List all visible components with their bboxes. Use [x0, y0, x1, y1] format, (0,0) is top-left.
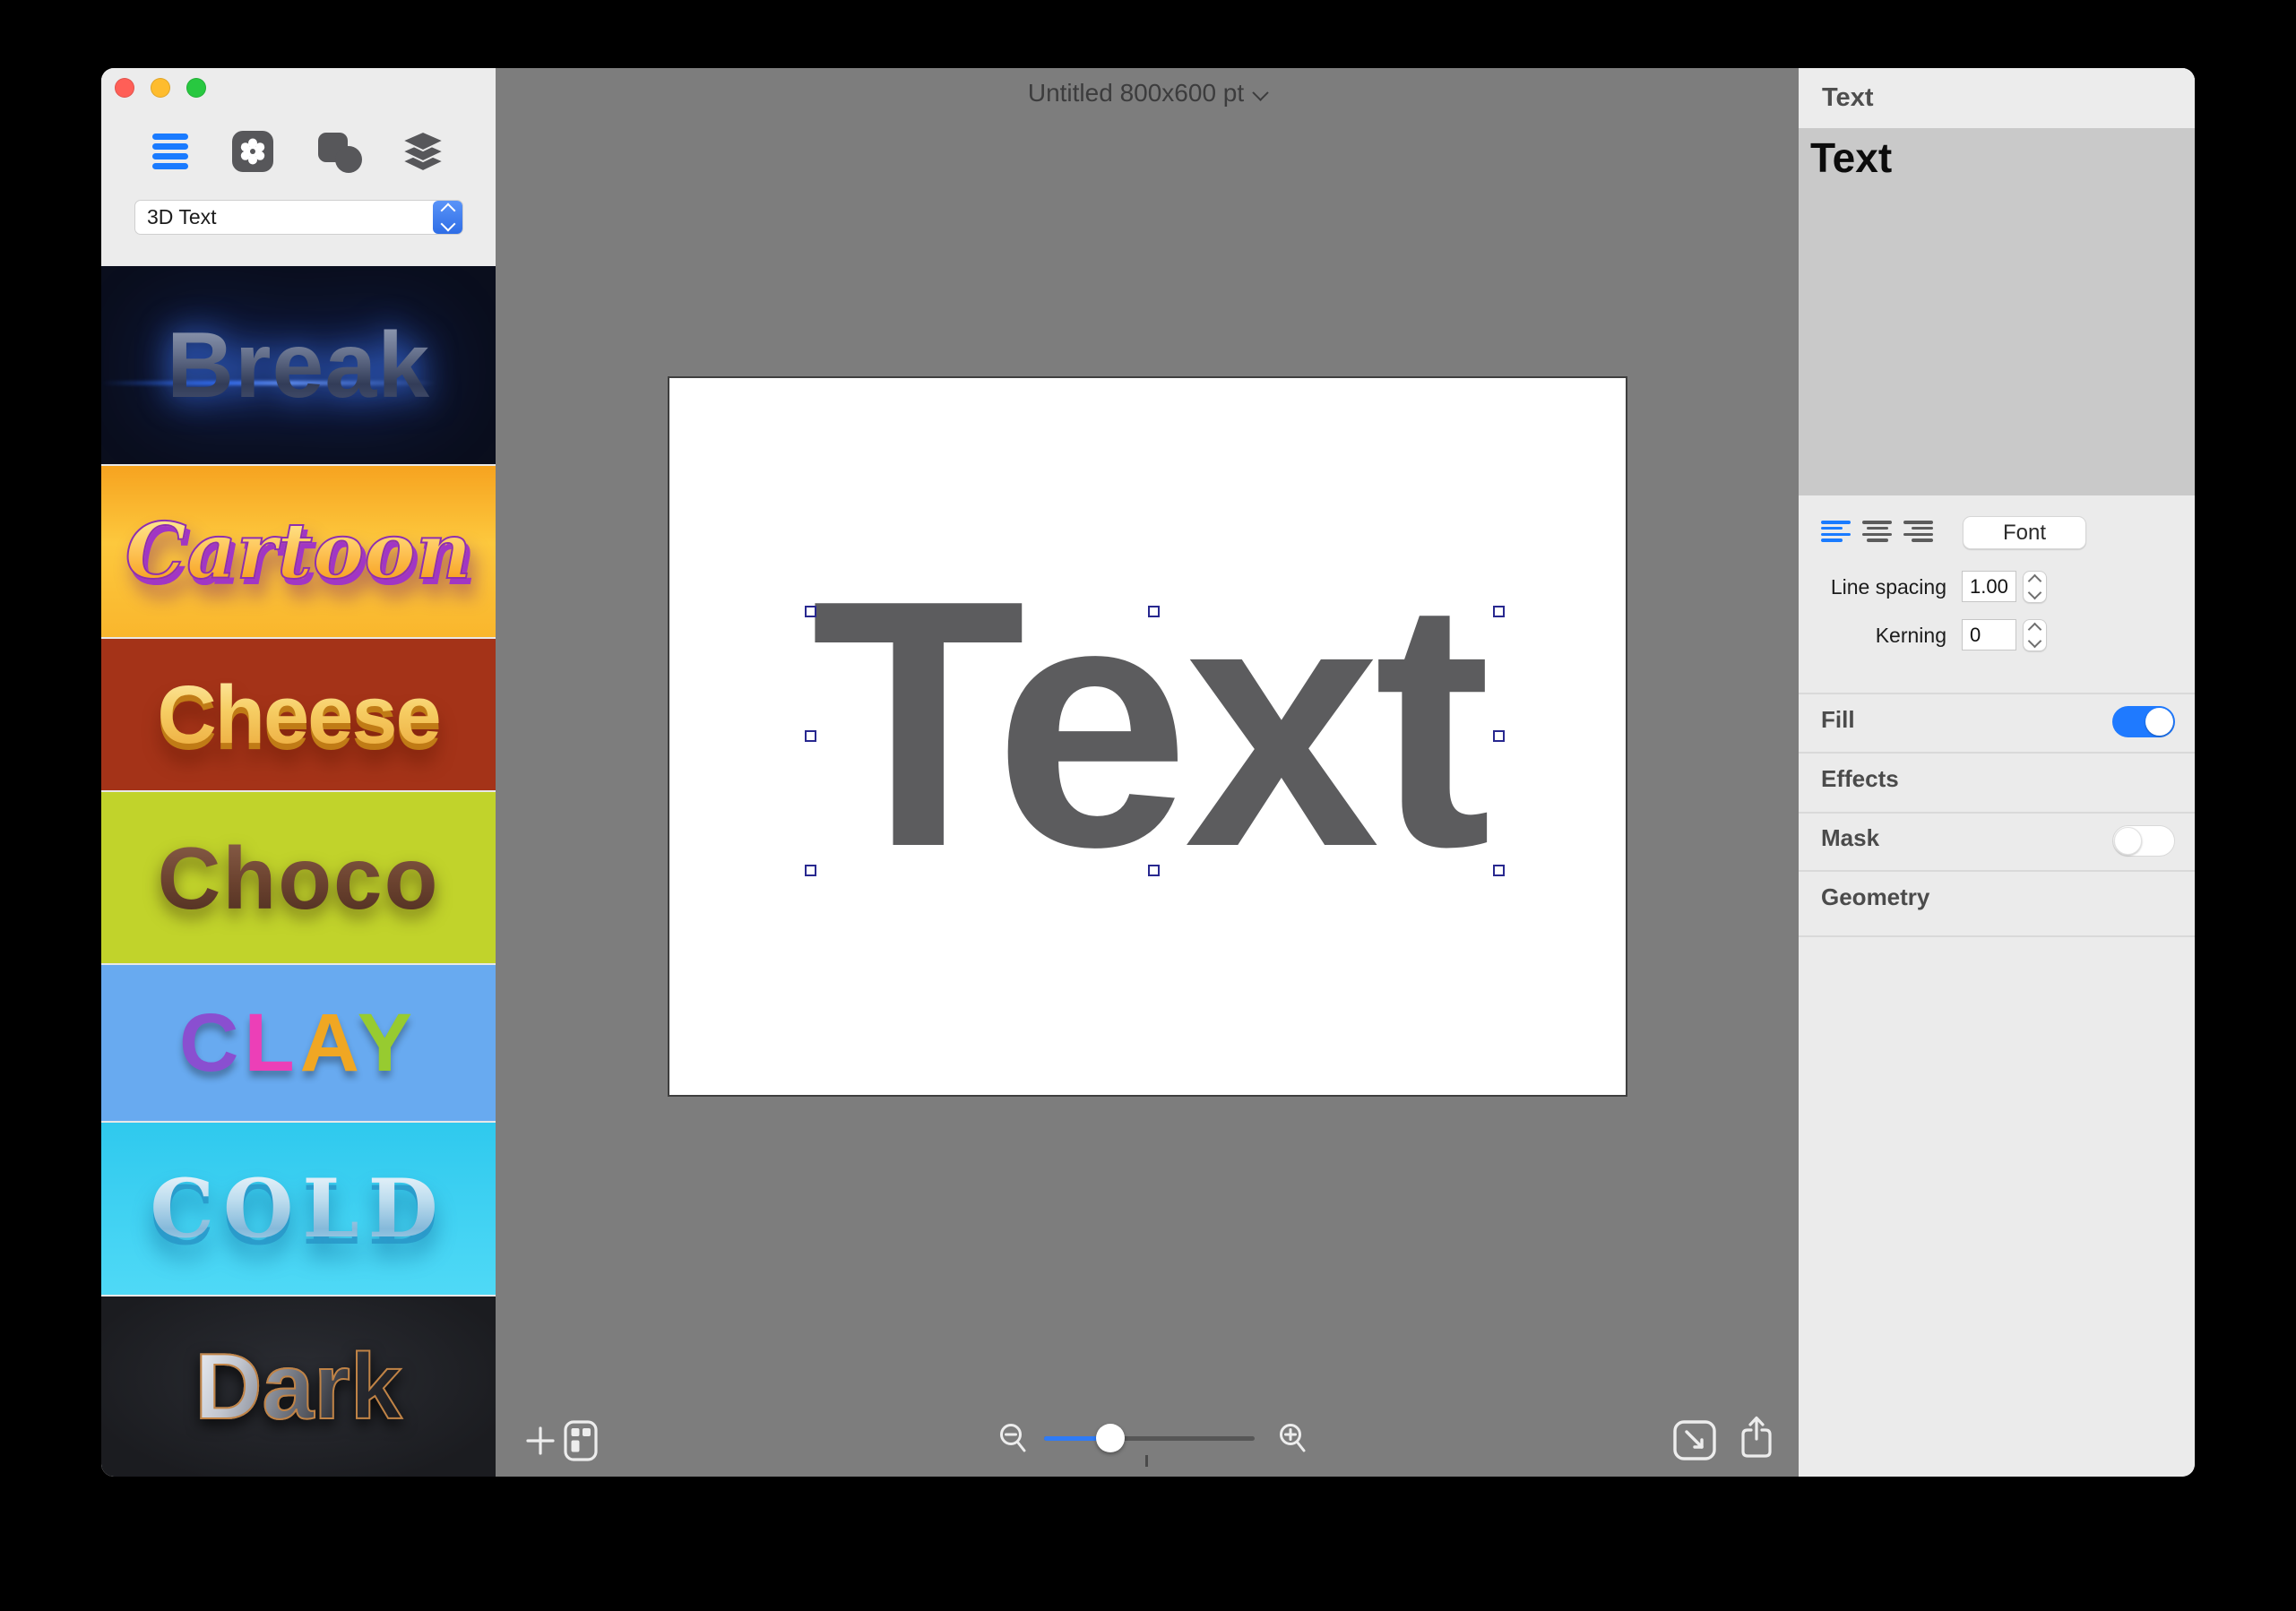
mask-section-label[interactable]: Mask [1821, 824, 1879, 852]
preset-choco[interactable]: Choco [101, 792, 496, 965]
desktop-background: 3D Text Break Cartoon Cheese Choco CLAY … [0, 0, 2296, 1611]
preset-cartoon-label: Cartoon [125, 505, 472, 597]
divider [1799, 693, 2195, 694]
document-title[interactable]: Untitled 800x600 pt [496, 79, 1799, 108]
preset-list: Break Cartoon Cheese Choco CLAY COLD Dar… [101, 266, 496, 1477]
list-lines-icon [152, 134, 188, 140]
zoom-slider-track[interactable] [1044, 1436, 1255, 1441]
align-left-button[interactable] [1821, 521, 1851, 542]
artboard[interactable]: Text [669, 378, 1626, 1095]
layers-tab[interactable] [400, 130, 446, 173]
kerning-stepper[interactable] [2023, 619, 2047, 651]
add-object-button[interactable] [522, 1423, 558, 1463]
preset-cartoon[interactable]: Cartoon [101, 466, 496, 639]
fill-toggle[interactable] [2112, 706, 2175, 737]
inspector-header: Text [1799, 68, 2195, 128]
dropdown-arrows-icon [433, 201, 462, 234]
style-category-value: 3D Text [147, 205, 217, 228]
kerning-label: Kerning [1875, 624, 1946, 647]
preset-dark[interactable]: Dark [101, 1297, 496, 1477]
line-spacing-input[interactable]: 1.00 [1962, 571, 2016, 602]
minimize-button[interactable] [151, 78, 170, 98]
fill-section-label[interactable]: Fill [1821, 706, 1855, 734]
font-button[interactable]: Font [1963, 516, 2086, 549]
selection-handle-middle-left[interactable] [805, 730, 816, 742]
layers-icon [400, 130, 446, 173]
traffic-lights [115, 78, 206, 98]
selection-handle-bottom-center[interactable] [1148, 865, 1160, 876]
preset-break-label: Break [166, 313, 431, 418]
divider [1799, 870, 2195, 872]
preset-clay-label: CLAY [178, 997, 419, 1089]
zoom-in-button[interactable] [1277, 1421, 1309, 1463]
line-spacing-label: Line spacing [1830, 575, 1946, 599]
selection-handle-bottom-left[interactable] [805, 865, 816, 876]
mask-toggle[interactable] [2112, 825, 2175, 857]
preset-cheese[interactable]: Cheese [101, 639, 496, 792]
selection-handle-top-left[interactable] [805, 606, 816, 617]
line-spacing-stepper[interactable] [2023, 571, 2047, 603]
kerning-input[interactable]: 0 [1962, 619, 2016, 650]
selection-handle-bottom-right[interactable] [1493, 865, 1505, 876]
stepper-down-icon [2027, 585, 2042, 600]
geometry-section-label[interactable]: Geometry [1821, 883, 1929, 911]
sidebar: 3D Text Break Cartoon Cheese Choco CLAY … [101, 68, 496, 1477]
preset-clay[interactable]: CLAY [101, 965, 496, 1123]
expand-arrow-icon [1673, 1420, 1716, 1460]
divider [1799, 935, 2195, 937]
templates-tab[interactable] [232, 131, 273, 172]
preset-cold[interactable]: COLD [101, 1123, 496, 1297]
zoom-window-button[interactable] [186, 78, 206, 98]
zoom-slider-center-tick [1145, 1455, 1148, 1467]
zoom-slider-knob[interactable] [1096, 1424, 1125, 1452]
selection-handle-top-center[interactable] [1148, 606, 1160, 617]
text-content-editor[interactable]: Text [1799, 128, 2195, 495]
shapes-tab[interactable] [318, 133, 365, 174]
preset-choco-label: Choco [157, 828, 440, 927]
layout-templates-button[interactable] [564, 1420, 598, 1466]
preset-dark-label: Dark [194, 1334, 402, 1439]
canvas-area: Untitled 800x600 pt Text [496, 68, 1799, 1477]
app-window: 3D Text Break Cartoon Cheese Choco CLAY … [101, 68, 2195, 1477]
share-button[interactable] [1738, 1412, 1775, 1467]
shape-circle-icon [335, 146, 362, 173]
effects-section-label[interactable]: Effects [1821, 765, 1899, 793]
preset-break[interactable]: Break [101, 266, 496, 466]
preset-cold-label: COLD [150, 1161, 447, 1256]
magnifier-minus-icon [1000, 1424, 1026, 1452]
style-category-select[interactable]: 3D Text [134, 200, 463, 235]
chevron-down-icon [1252, 84, 1269, 101]
stepper-down-icon [2027, 633, 2042, 649]
align-center-button[interactable] [1862, 521, 1892, 542]
plus-icon [526, 1426, 555, 1455]
inspector-title: Text [1822, 83, 1874, 112]
preset-cheese-label: Cheese [157, 668, 441, 761]
divider [1799, 752, 2195, 754]
text-alignment-group [1821, 521, 1933, 542]
close-button[interactable] [115, 78, 134, 98]
divider [1799, 812, 2195, 814]
share-icon [1741, 1416, 1772, 1458]
toggle-knob [2114, 827, 2142, 855]
collage-grid-icon [564, 1420, 598, 1461]
selection-handle-middle-right[interactable] [1493, 730, 1505, 742]
zoom-out-button[interactable] [997, 1421, 1030, 1463]
flower-icon [240, 138, 265, 165]
enter-fullscreen-button[interactable] [1672, 1419, 1717, 1467]
align-right-button[interactable] [1903, 521, 1933, 542]
magnifier-plus-icon [1280, 1424, 1306, 1452]
canvas-text-object[interactable]: Text [659, 548, 1491, 900]
inspector-panel: Text Text Font Line spacing 1.00 Kerning… [1799, 68, 2195, 1477]
selection-handle-top-right[interactable] [1493, 606, 1505, 617]
toggle-knob [2145, 708, 2173, 736]
text-content-value: Text [1810, 134, 1893, 181]
styles-list-tab[interactable] [152, 134, 188, 169]
